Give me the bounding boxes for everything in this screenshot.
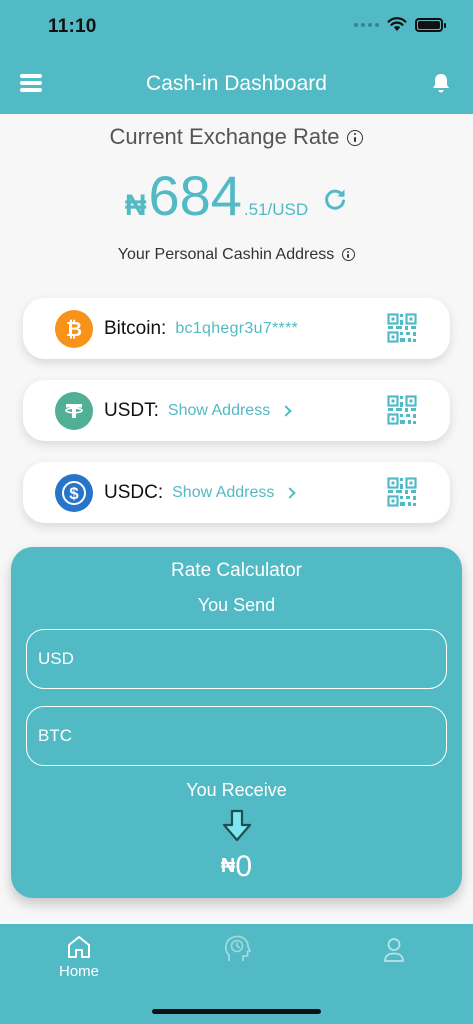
svg-text:₿: ₿ [66,319,82,341]
receive-currency-value: BTC [38,726,72,745]
bitcoin-icon: ₿ [55,309,93,348]
app-header: 11:10 Cash-in Dashboard [0,0,473,114]
calculator-title: Rate Calculator [171,560,302,581]
status-icons [354,17,446,32]
show-address-label: Show Address [167,401,271,419]
qr-code-icon[interactable] [387,313,417,343]
page-title: Cash-in Dashboard [146,72,327,95]
wallet-card-usdc[interactable]: $ USDC: Show Address [23,462,450,523]
info-icon[interactable] [347,130,364,147]
signal-dots-icon [354,22,379,27]
battery-icon [415,17,446,32]
send-currency-value: USD [38,649,74,668]
tether-icon [55,391,93,430]
wallet-name: USDC: [104,481,164,503]
exchange-rate-title: Current Exchange Rate [0,124,473,150]
receive-currency-input[interactable]: BTC [26,706,447,766]
wallet-card-usdt[interactable]: USDT: Show Address [23,380,450,441]
svg-text:$: $ [69,484,79,503]
exchange-rate-label: Current Exchange Rate [109,124,340,149]
wallet-name: USDT: [104,399,159,421]
show-address-label: Show Address [172,483,275,501]
wallet-name: Bitcoin: [104,317,167,339]
qr-code-icon[interactable] [387,395,417,425]
info-icon[interactable] [342,248,356,262]
cashin-address-title: Your Personal Cashin Address [0,246,473,264]
you-receive-label: You Receive [186,780,287,800]
receive-amount-value: 0 [235,850,253,883]
usdc-icon: $ [55,473,93,512]
nav-profile[interactable] [354,934,434,964]
show-address-button[interactable]: Show Address [167,401,292,420]
wallet-card-bitcoin[interactable]: ₿ Bitcoin: bc1qhegr3u7**** [23,298,450,359]
notification-bell-icon[interactable] [431,72,451,94]
wallet-address[interactable]: bc1qhegr3u7**** [175,320,298,338]
you-send-label: You Send [197,595,276,615]
chevron-right-icon [284,487,297,499]
home-icon [68,936,90,958]
rate-whole: 684 [148,164,242,227]
naira-symbol: ₦ [124,189,147,222]
refresh-icon[interactable] [322,186,348,212]
rate-fraction: .51/USD [243,200,309,219]
rate-calculator: Rate Calculator You Send USD BTC You Rec… [11,547,462,898]
exchange-rate-value: ₦ 684 .51/USD [0,166,473,226]
receive-amount: ₦0 [11,850,462,884]
nav-home[interactable]: Home [39,934,119,980]
status-time: 11:10 [48,16,97,37]
arrow-down-icon [222,809,252,842]
wifi-icon [387,17,407,31]
nav-history[interactable] [197,934,277,964]
naira-symbol: ₦ [220,855,236,877]
nav-home-label: Home [58,963,99,980]
show-address-button[interactable]: Show Address [172,483,297,502]
user-icon [384,938,404,962]
history-head-icon [224,935,251,961]
home-indicator [152,1009,321,1014]
cashin-address-label: Your Personal Cashin Address [117,246,335,263]
qr-code-icon[interactable] [387,477,417,507]
chevron-right-icon [280,405,292,417]
send-currency-input[interactable]: USD [26,629,447,689]
